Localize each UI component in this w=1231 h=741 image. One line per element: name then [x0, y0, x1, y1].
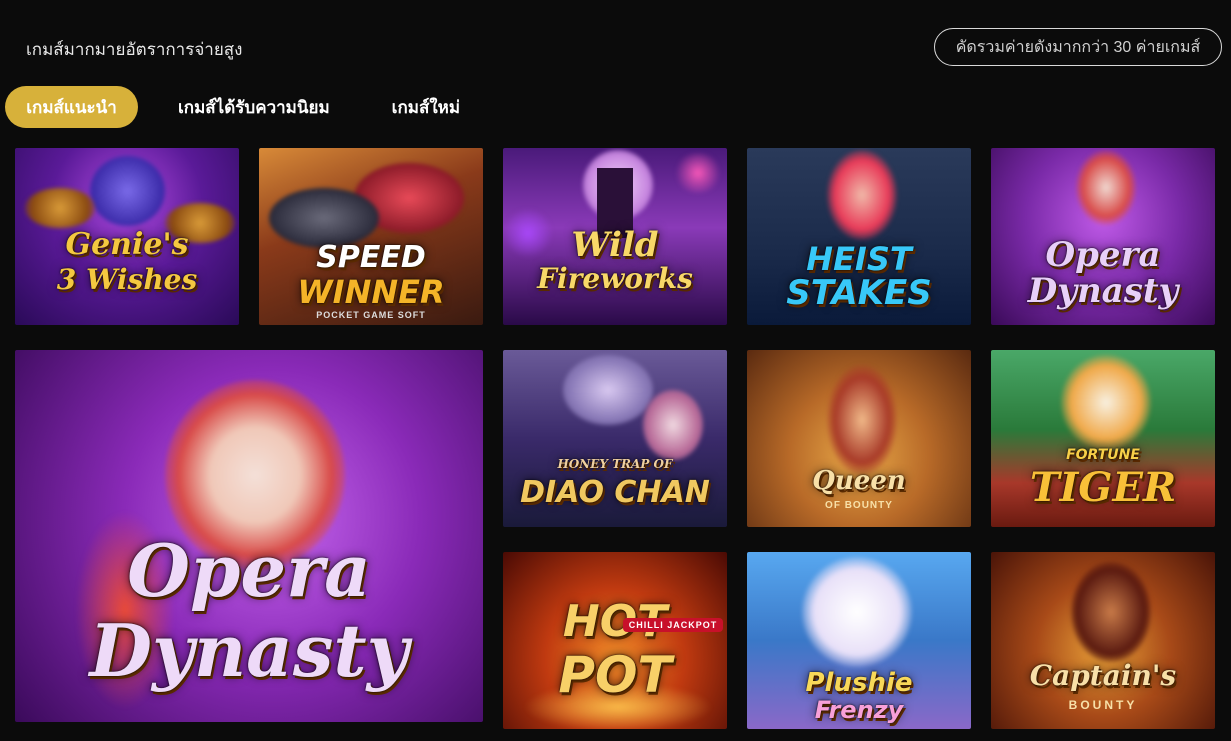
tab-new[interactable]: เกมส์ใหม่	[372, 86, 480, 128]
game-logo: FORTUNE	[1066, 447, 1140, 463]
game-tile-plushie-frenzy[interactable]: Plushie Frenzy	[747, 552, 971, 729]
game-tile-hot-pot[interactable]: HOT POT CHILLI JACKPOT	[503, 552, 727, 729]
game-tile-opera-dynasty-small[interactable]: Opera Dynasty	[991, 148, 1215, 325]
game-logo: Opera	[1045, 235, 1161, 275]
game-logo-sub: BOUNTY	[1068, 698, 1138, 712]
game-tile-wild-fireworks[interactable]: Wild Fireworks	[503, 148, 727, 325]
game-logo-sub: Fireworks	[537, 262, 693, 295]
game-logo: Opera	[127, 528, 371, 613]
providers-button[interactable]: คัดรวมค่ายดังมากกว่า 30 ค่ายเกมส์	[934, 28, 1222, 66]
game-logo-sub: 3 Wishes	[56, 263, 198, 296]
game-tile-queen-of-bounty[interactable]: Queen OF BOUNTY	[747, 350, 971, 527]
game-logo-sub: Dynasty	[1027, 271, 1179, 311]
game-tile-captains-bounty[interactable]: Captain's BOUNTY	[991, 552, 1215, 729]
game-logo-sub: WINNER	[297, 273, 445, 311]
game-logo-sub: Dynasty	[89, 608, 409, 693]
game-tile-honey-trap-diao-chan[interactable]: HONEY TRAP OF DIAO CHAN	[503, 350, 727, 527]
game-tile-heist-stakes[interactable]: HEIST STAKES	[747, 148, 971, 325]
game-logo: Captain's	[1029, 659, 1177, 692]
game-tile-fortune-tiger[interactable]: FORTUNE TIGER	[991, 350, 1215, 527]
game-logo: Genie's	[65, 227, 189, 262]
game-tile-speed-winner[interactable]: SPEED WINNER POCKET GAME SOFT	[259, 148, 483, 325]
game-logo: HEIST	[806, 240, 912, 278]
game-logo-sub: TIGER	[1029, 464, 1177, 511]
tab-recommended[interactable]: เกมส์แนะนำ	[5, 86, 138, 128]
game-tile-opera-dynasty-featured[interactable]: Opera Dynasty	[15, 350, 483, 722]
game-tagline: CHILLI JACKPOT	[623, 618, 723, 632]
game-logo-sub: OF BOUNTY	[825, 500, 893, 511]
tab-bar: เกมส์แนะนำ เกมส์ได้รับความนิยม เกมส์ใหม่	[5, 86, 480, 128]
section-subtitle: เกมส์มากมายอัตราการจ่ายสูง	[26, 40, 243, 59]
game-logo: Wild	[571, 225, 659, 265]
tab-popular[interactable]: เกมส์ได้รับความนิยม	[158, 86, 350, 128]
game-logo-sub: Frenzy	[814, 696, 904, 724]
game-tagline: POCKET GAME SOFT	[316, 310, 426, 320]
game-logo: Plushie	[805, 668, 913, 698]
game-logo: HONEY TRAP OF	[557, 457, 673, 471]
game-logo-sub: STAKES	[786, 273, 932, 313]
game-tile-genies-3-wishes[interactable]: Genie's 3 Wishes	[15, 148, 239, 325]
game-logo-sub: POT	[558, 646, 672, 704]
game-logo-sub: DIAO CHAN	[520, 475, 710, 510]
game-logo: SPEED	[316, 240, 426, 275]
game-logo: Queen	[812, 466, 906, 496]
